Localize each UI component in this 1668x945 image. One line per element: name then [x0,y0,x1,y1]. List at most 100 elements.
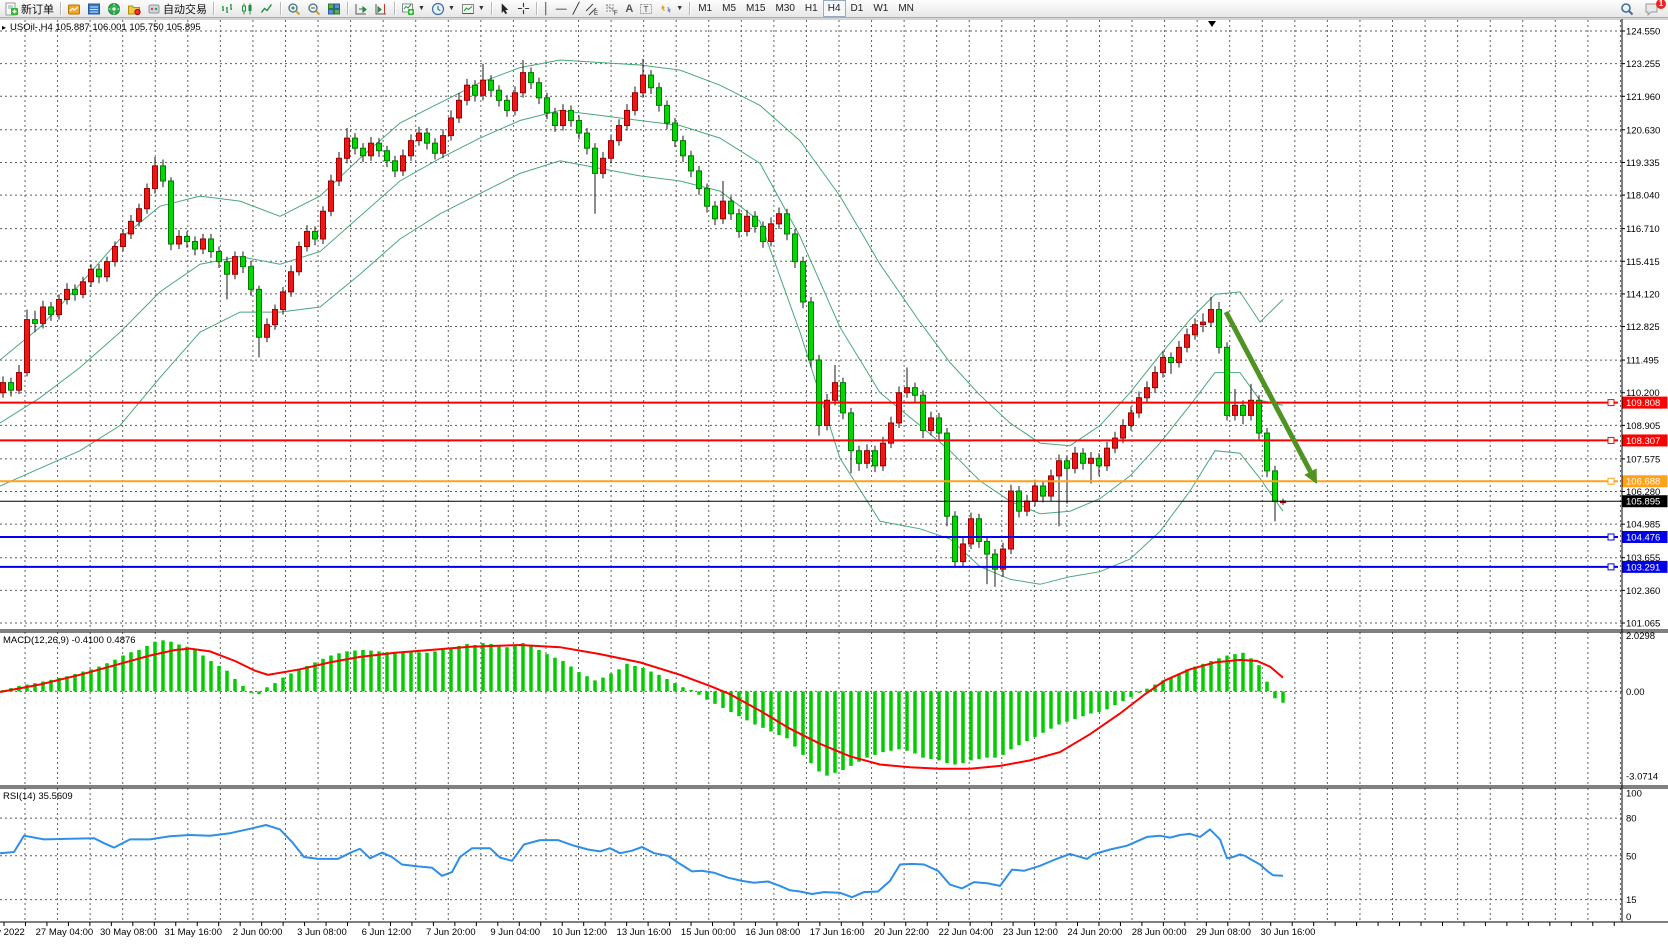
chart-area[interactable]: 124.550123.255121.960120.630119.335118.0… [0,0,1668,940]
bear-candle [225,262,230,275]
bear-candle [489,80,494,90]
new-chart-button[interactable]: ▼ [398,0,428,18]
bear-candle [385,151,390,161]
price-chart-canvas[interactable]: 124.550123.255121.960120.630119.335118.0… [0,0,1668,940]
bull-candle [601,158,606,173]
bull-candle [625,110,630,125]
notifications-button[interactable]: 1 [1641,0,1662,18]
bull-candle [273,310,278,325]
level-line-handle[interactable] [1608,534,1614,540]
bear-candle [593,148,598,173]
bear-candle [73,289,78,294]
bear-candle [1041,486,1046,496]
bull-candle [777,214,782,224]
trend-line-button[interactable]: ╱ [570,0,583,18]
data-window-button[interactable] [84,0,104,18]
symbol-marker: ▸ [2,23,6,32]
timeframe-H1[interactable]: H1 [800,0,823,17]
timeframe-W1[interactable]: W1 [868,0,893,17]
zoom-in-button[interactable] [284,0,304,18]
equidistant-channel-button[interactable]: E [582,0,602,18]
bull-candle [89,269,94,282]
bear-candle [737,214,742,232]
price-tick-label: 121.960 [1626,92,1660,103]
profiles-button[interactable]: ▼ [428,0,458,18]
bear-candle [1225,347,1230,415]
text-label-icon: T [639,2,653,16]
level-line-handle[interactable] [1608,437,1614,443]
timeframe-H4[interactable]: H4 [823,0,846,17]
autotrade-label: 自动交易 [163,1,207,17]
zoom-out-button[interactable] [304,0,324,18]
vertical-line-button[interactable]: │ [540,0,553,18]
bear-candle [785,214,790,234]
bear-candle [761,226,766,241]
auto-scroll-icon [354,2,368,16]
terminal-button[interactable] [124,0,144,18]
search-button[interactable] [1617,0,1637,18]
equidistant-channel-icon: E [585,2,599,16]
tile-windows-button[interactable] [324,0,344,18]
bull-candle [129,221,134,234]
bear-candle [921,395,926,430]
dropdown-caret: ▼ [478,5,485,12]
bull-candle [1105,448,1110,466]
bull-candle [329,181,334,211]
date-tick-label: 9 Jun 04:00 [490,927,540,938]
autotrade-button[interactable]: 自动交易 [144,0,210,18]
trend-line-icon: ╱ [573,2,580,16]
cursor-button[interactable] [495,0,514,18]
bear-candle [433,143,438,153]
level-line-handle[interactable] [1608,400,1614,406]
price-tick-label: 119.335 [1626,158,1660,169]
text-label-button[interactable]: T [636,0,656,18]
bull-candle [617,126,622,141]
timeframe-D1[interactable]: D1 [846,0,869,17]
navigator-button[interactable] [104,0,124,18]
bear-candle [985,541,990,554]
line-chart-button[interactable] [257,0,277,18]
chart-shift-button[interactable] [371,0,391,18]
main-toolbar: 新订单 自动交易 ▼ [0,0,1668,18]
timeframe-M1[interactable]: M1 [693,0,717,17]
candlestick-chart-button[interactable] [237,0,257,18]
level-line-handle[interactable] [1608,478,1614,484]
timeframe-M15[interactable]: M15 [741,0,770,17]
bear-candle [9,383,14,391]
new-order-button[interactable]: 新订单 [2,0,57,18]
bear-candle [793,234,798,262]
bear-candle [241,257,246,267]
timeframe-M5[interactable]: M5 [717,0,741,17]
toolbar-separator [280,2,281,15]
date-tick-label: 30 May 08:00 [100,927,158,938]
bull-candle [1137,398,1142,413]
bear-candle [801,262,806,302]
bear-candle [1217,310,1222,348]
templates-button[interactable]: ▼ [458,0,488,18]
toolbar-right-group: 1 [1617,0,1666,18]
timeframe-MN[interactable]: MN [893,0,919,17]
bull-candle [41,307,46,323]
price-tick-label: 104.985 [1626,520,1660,531]
crosshair-button[interactable] [514,0,533,18]
zoom-out-icon [307,2,321,16]
horizontal-line-button[interactable]: — [553,0,570,18]
text-button[interactable]: A [622,0,636,18]
price-tick-label: 123.255 [1626,59,1660,70]
timeframe-M30[interactable]: M30 [770,0,799,17]
bear-candle [817,360,822,426]
date-tick-label: 16 Jun 08:00 [745,927,800,938]
bull-candle [641,75,646,93]
bull-candle [1129,413,1134,426]
bar-chart-button[interactable] [217,0,237,18]
market-watch-button[interactable] [64,0,84,18]
level-line-handle[interactable] [1608,564,1614,570]
current-price-badge: 105.895 [1626,497,1660,508]
auto-scroll-button[interactable] [351,0,371,18]
arrows-button[interactable]: ▼ [656,0,686,18]
fibonacci-button[interactable]: F [602,0,622,18]
bear-candle [681,141,686,156]
bear-candle [1265,433,1270,471]
bear-candle [497,90,502,100]
navigator-icon [107,2,121,16]
